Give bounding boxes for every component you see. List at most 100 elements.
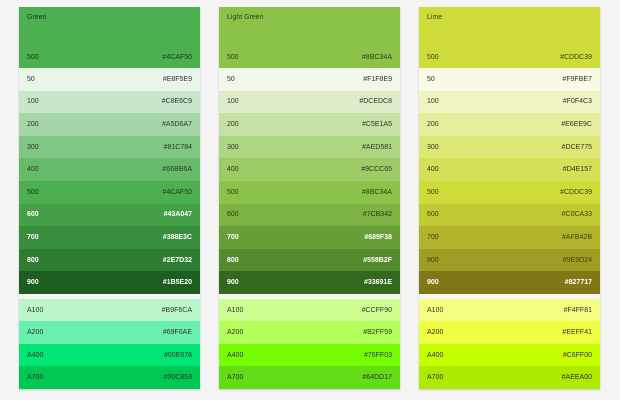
- swatch-hex: #7CB342: [362, 211, 392, 219]
- header-shade: 500: [227, 54, 239, 61]
- swatch-shade: 600: [27, 211, 39, 219]
- swatch-shade: A400: [427, 351, 444, 359]
- palette-header[interactable]: Lime 500 #CDDC39: [419, 7, 600, 68]
- swatch-shade: A100: [227, 306, 244, 314]
- swatch-400[interactable]: 400 #D4E157: [419, 158, 600, 181]
- swatch-300[interactable]: 300 #AED581: [219, 135, 400, 159]
- swatch-500[interactable]: 500 #CDDC39: [419, 180, 600, 204]
- swatch-100[interactable]: 100 #F0F4C3: [419, 90, 600, 114]
- swatch-shade: 700: [227, 233, 239, 241]
- swatch-a100[interactable]: A100 #B9F6CA: [19, 298, 200, 322]
- swatch-hex: #E8F5E9: [162, 75, 192, 83]
- swatch-shade: 100: [427, 98, 439, 106]
- swatch-hex: #827717: [564, 279, 592, 287]
- swatch-50[interactable]: 50 #F9FBE7: [419, 68, 600, 91]
- swatch-800[interactable]: 800 #9E9D24: [419, 248, 600, 272]
- swatch-shade: A700: [427, 374, 444, 382]
- header-shade: 500: [27, 54, 39, 61]
- swatch-700[interactable]: 700 #AFB42B: [419, 226, 600, 249]
- swatch-300[interactable]: 300 #DCE775: [419, 135, 600, 159]
- swatch-hex: #F9FBE7: [562, 75, 592, 83]
- swatch-shade: A200: [27, 329, 44, 337]
- swatch-shade: 900: [227, 279, 239, 287]
- swatch-hex: #F4FF81: [563, 306, 592, 314]
- swatch-900[interactable]: 900 #827717: [419, 271, 600, 294]
- swatch-hex: #D4E157: [562, 166, 592, 174]
- swatch-600[interactable]: 600 #43A047: [19, 203, 200, 227]
- swatch-shade: A200: [427, 329, 444, 337]
- swatch-shade: 200: [427, 120, 439, 128]
- swatch-hex: #2E7D32: [162, 256, 192, 264]
- swatch-a400[interactable]: A400 #C6FF00: [419, 343, 600, 367]
- swatch-shade: 600: [227, 211, 239, 219]
- swatch-shade: 900: [27, 279, 39, 287]
- swatch-800[interactable]: 800 #558B2F: [219, 248, 400, 272]
- swatch-shade: 800: [427, 256, 439, 264]
- header-hex: #CDDC39: [560, 54, 592, 61]
- swatch-shade: 50: [227, 75, 235, 83]
- swatch-a200[interactable]: A200 #B2FF59: [219, 321, 400, 344]
- swatch-shade: 500: [227, 188, 239, 196]
- swatch-hex: #CCFF90: [361, 306, 392, 314]
- swatch-900[interactable]: 900 #33691E: [219, 271, 400, 294]
- swatch-a100[interactable]: A100 #CCFF90: [219, 298, 400, 322]
- swatch-hex: #C6FF00: [562, 351, 592, 359]
- swatch-shade: A700: [227, 374, 244, 382]
- swatch-a700[interactable]: A700 #64DD17: [219, 366, 400, 389]
- swatch-hex: #81C784: [163, 143, 192, 151]
- swatch-hex: #AFB42B: [562, 233, 592, 241]
- swatch-shade: 700: [27, 233, 39, 241]
- swatch-shade: 600: [427, 211, 439, 219]
- swatch-hex: #EEFF41: [562, 329, 592, 337]
- swatch-shade: 300: [27, 143, 39, 151]
- swatch-hex: #00C853: [163, 374, 192, 382]
- swatch-a100[interactable]: A100 #F4FF81: [419, 298, 600, 322]
- swatch-200[interactable]: 200 #E6EE9C: [419, 113, 600, 136]
- swatch-hex: #33691E: [363, 279, 392, 287]
- swatch-hex: #388E3C: [162, 233, 192, 241]
- swatch-800[interactable]: 800 #2E7D32: [19, 248, 200, 272]
- swatch-hex: #B9F6CA: [161, 306, 192, 314]
- swatch-hex: #DCEDC8: [359, 98, 392, 106]
- swatch-hex: #558B2F: [363, 256, 392, 264]
- swatch-shade: 500: [27, 188, 39, 196]
- palette-header[interactable]: Green 500 #4CAF50: [19, 7, 200, 68]
- palette-header[interactable]: Light Green 500 #8BC34A: [219, 7, 400, 68]
- swatch-600[interactable]: 600 #C0CA33: [419, 203, 600, 227]
- swatch-hex: #DCE775: [561, 143, 592, 151]
- swatch-100[interactable]: 100 #DCEDC8: [219, 90, 400, 114]
- palette-lime: Lime 500 #CDDC39 50 #F9FBE7 100 #F0F4C3 200 #…: [419, 7, 600, 389]
- swatch-a700[interactable]: A700 #AEEA00: [419, 366, 600, 389]
- swatch-100[interactable]: 100 #C8E6C9: [19, 90, 200, 114]
- swatch-600[interactable]: 600 #7CB342: [219, 203, 400, 227]
- swatch-200[interactable]: 200 #C5E1A5: [219, 113, 400, 136]
- swatch-900[interactable]: 900 #1B5E20: [19, 271, 200, 294]
- swatch-a200[interactable]: A200 #EEFF41: [419, 321, 600, 344]
- swatch-700[interactable]: 700 #689F38: [219, 226, 400, 249]
- swatch-50[interactable]: 50 #F1F8E9: [219, 68, 400, 91]
- swatch-hex: #CDDC39: [560, 188, 592, 196]
- swatch-hex: #4CAF50: [162, 188, 192, 196]
- swatch-300[interactable]: 300 #81C784: [19, 135, 200, 159]
- swatch-hex: #C0CA33: [561, 211, 592, 219]
- swatch-a200[interactable]: A200 #69F0AE: [19, 321, 200, 344]
- swatch-50[interactable]: 50 #E8F5E9: [19, 68, 200, 91]
- swatch-500[interactable]: 500 #4CAF50: [19, 180, 200, 204]
- swatch-a700[interactable]: A700 #00C853: [19, 366, 200, 389]
- swatch-a400[interactable]: A400 #76FF03: [219, 343, 400, 367]
- swatch-500[interactable]: 500 #8BC34A: [219, 180, 400, 204]
- swatch-700[interactable]: 700 #388E3C: [19, 226, 200, 249]
- swatch-shade: 900: [427, 279, 439, 287]
- swatch-400[interactable]: 400 #66BB6A: [19, 158, 200, 181]
- swatch-hex: #9CCC65: [361, 166, 392, 174]
- swatch-a400[interactable]: A400 #00E676: [19, 343, 200, 367]
- swatch-hex: #C5E1A5: [362, 120, 392, 128]
- swatch-shade: 500: [427, 188, 439, 196]
- swatch-shade: 300: [227, 143, 239, 151]
- swatch-shade: 400: [427, 166, 439, 174]
- swatch-400[interactable]: 400 #9CCC65: [219, 158, 400, 181]
- swatch-list: 50 #F1F8E9 100 #DCEDC8 200 #C5E1A5 300 #AED581 4…: [219, 68, 400, 294]
- swatch-200[interactable]: 200 #A5D6A7: [19, 113, 200, 136]
- swatch-shade: A200: [227, 329, 244, 337]
- swatch-shade: A100: [427, 306, 444, 314]
